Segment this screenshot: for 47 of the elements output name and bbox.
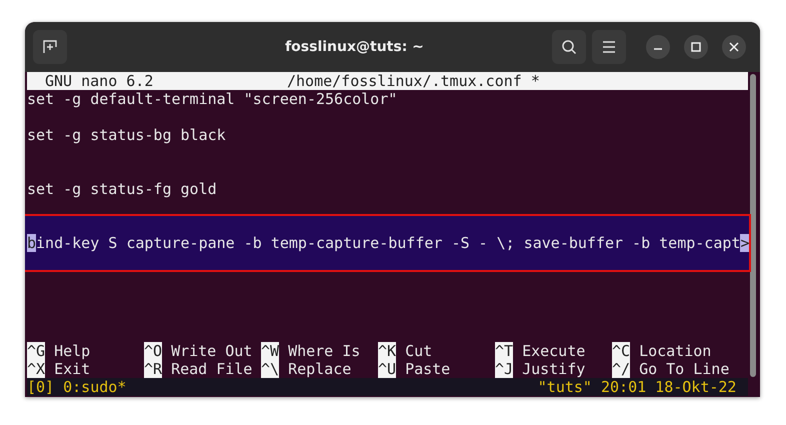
code-line: set -g status-bg black — [27, 126, 226, 144]
nano-version: GNU nano 6.2 — [44, 72, 154, 90]
shortcut-key: ^\ — [261, 360, 280, 378]
scrollbar[interactable] — [750, 74, 756, 377]
maximize-button[interactable] — [684, 35, 708, 59]
shortcut-key: ^X — [27, 360, 46, 378]
shortcut-label: Write Out — [170, 342, 252, 360]
tmux-window-list: [0] 0:sudo* — [27, 378, 126, 396]
shortcut-key: ^U — [378, 360, 396, 378]
window-title: fosslinux@tuts: ~ — [284, 39, 425, 55]
close-icon — [729, 42, 739, 52]
text-cursor: b — [27, 234, 36, 252]
menu-button[interactable] — [592, 30, 626, 64]
overflow-marker: > — [740, 234, 750, 252]
shortcut-key: ^J — [495, 360, 514, 378]
shortcut-label: Cut — [404, 342, 432, 360]
shortcut-key: ^R — [144, 360, 162, 378]
tmux-status-right: "tuts" 20:01 18-Okt-22 — [538, 378, 736, 396]
shortcut-key: ^C — [612, 342, 630, 360]
code-line: set -g default-terminal "screen-256color" — [27, 90, 398, 108]
shortcut-key: ^K — [378, 342, 396, 360]
shortcut-label: Location — [638, 342, 712, 360]
shortcut-label: Read File — [170, 360, 252, 378]
shortcut-key: ^O — [144, 342, 162, 360]
shortcut-key: ^W — [261, 342, 280, 360]
menu-icon — [602, 41, 616, 53]
shortcut-label: Go To Line — [638, 360, 730, 378]
code-line: set -g status-fg gold — [27, 180, 217, 198]
shortcut-label: Execute — [521, 342, 586, 360]
code-line: ind-key S capture-pane -b temp-capture-buffer -S - \; save-buffer -b temp-capt — [36, 234, 740, 252]
shortcut-key: ^G — [27, 342, 46, 360]
shortcut-label: Where Is — [287, 342, 360, 360]
search-button[interactable] — [552, 30, 586, 64]
close-button[interactable] — [722, 35, 746, 59]
shortcut-label: Exit — [53, 360, 90, 378]
shortcut-key: ^T — [495, 342, 514, 360]
minimize-button[interactable] — [646, 35, 670, 59]
shortcut-label: Justify — [521, 360, 586, 378]
shortcut-label: Paste — [404, 360, 450, 378]
shortcut-label: Replace — [287, 360, 352, 378]
shortcut-label: Help — [53, 342, 90, 360]
shortcut-key: ^/ — [612, 360, 630, 378]
file-path: /home/fosslinux/.tmux.conf * — [287, 72, 540, 90]
search-icon — [561, 39, 577, 55]
new-tab-icon — [42, 39, 58, 55]
maximize-icon — [691, 42, 701, 52]
new-tab-button[interactable] — [33, 30, 67, 64]
